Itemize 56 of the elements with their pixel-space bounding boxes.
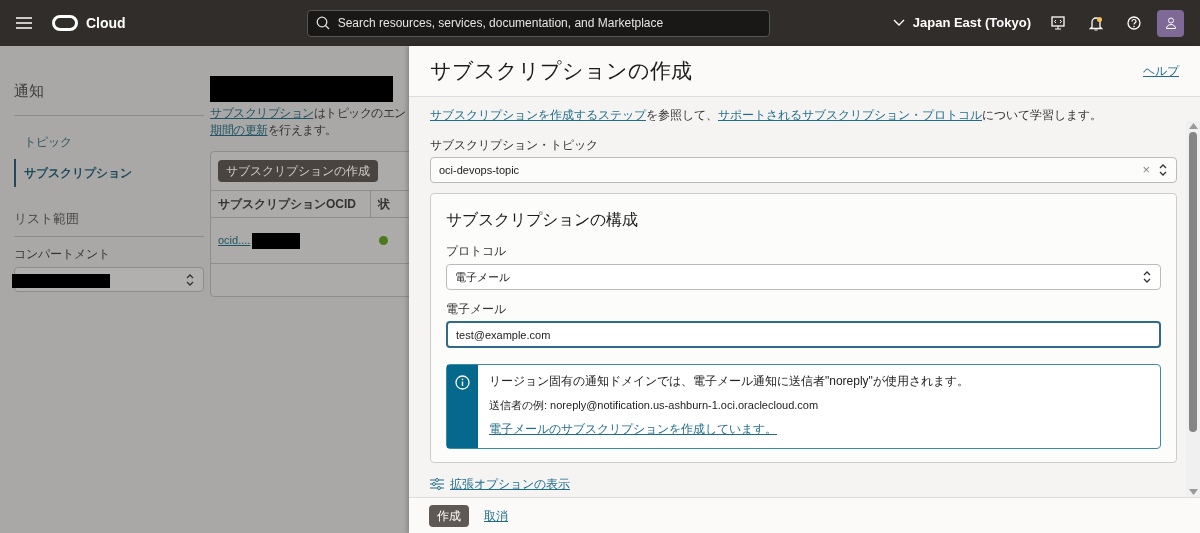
chevron-icon	[185, 272, 195, 287]
section-title: サブスクリプションの構成	[446, 210, 639, 230]
chevron-icon	[1142, 270, 1152, 284]
scroll-down-icon	[1188, 489, 1198, 495]
field-label: コンパートメント	[14, 246, 111, 263]
compartment-select[interactable]	[14, 267, 204, 292]
text-link[interactable]: サポートされるサブスクリプション・プロトコル	[718, 108, 982, 122]
cancel-link[interactable]: 取消	[484, 506, 508, 525]
avatar[interactable]	[1157, 9, 1184, 37]
field-label: 電子メール	[446, 301, 507, 318]
create-button[interactable]: 作成	[429, 504, 469, 527]
search-input[interactable]: Search resources, services, documentation, and Marketplace	[337, 14, 761, 32]
text-link[interactable]: サブスクリプションを作成するステップ	[430, 108, 646, 122]
search-icon	[315, 16, 330, 30]
sidebar-item[interactable]: サブスクリプション	[14, 158, 204, 187]
menu-icon[interactable]	[16, 17, 32, 29]
intro-text: サブスクリプションを作成するステップを参照して、サポートされるサブスクリプション・プロトコルについて学習します。	[430, 107, 1103, 124]
scroll-thumb[interactable]	[1189, 132, 1197, 432]
ocid-link[interactable]: ocid....	[218, 232, 251, 249]
clear-icon[interactable]: ×	[1142, 160, 1150, 180]
person-icon	[1164, 17, 1177, 29]
search-field[interactable]: Search resources, services, documentation, and Marketplace	[306, 9, 770, 37]
description-text: 期間の更新を行えます。	[210, 122, 338, 139]
field-label: サブスクリプション・トピック	[430, 137, 599, 154]
info-text: リージョン固有の通知ドメインでは、電子メール通知に送信者"noreply"が使用されます。	[489, 374, 969, 389]
field-label: プロトコル	[446, 243, 507, 260]
info-link[interactable]: 電子メールのサブスクリプションを作成しています。	[489, 422, 777, 437]
sidebar-item[interactable]: トピック	[14, 127, 204, 156]
description-text: サブスクリプションはトピックのエン	[210, 105, 407, 122]
scrollbar[interactable]	[1186, 121, 1200, 497]
create-subscription-button[interactable]: サブスクリプションの作成	[218, 160, 378, 182]
logo-text: Cloud	[86, 13, 126, 33]
protocol-select[interactable]: 電子メール	[446, 264, 1161, 290]
redaction-bar	[252, 232, 301, 249]
region-selector[interactable]: Japan East (Tokyo)	[892, 13, 1031, 33]
panel-title: サブスクリプションの作成	[430, 58, 692, 85]
topic-select[interactable]: oci-devops-topic ×	[430, 157, 1177, 183]
sliders-icon	[430, 478, 444, 490]
monitor-icon[interactable]	[1051, 16, 1065, 30]
bell-icon[interactable]	[1089, 15, 1103, 31]
text-link[interactable]: 期間の更新	[210, 123, 268, 137]
email-field[interactable]: test@example.com	[446, 321, 1161, 348]
column-header: 状	[376, 196, 390, 213]
advanced-options-link[interactable]: 拡張オプションの表示	[450, 475, 570, 493]
scroll-up-icon	[1188, 123, 1198, 129]
help-icon[interactable]	[1127, 16, 1141, 30]
chevron-down-icon	[892, 19, 905, 27]
info-icon	[455, 375, 470, 390]
info-text: 送信者の例: noreply@notification.us-ashburn-1.oci.oraclecloud.com	[489, 398, 820, 413]
chevron-icon	[1158, 163, 1168, 177]
help-link[interactable]: ヘルプ	[1143, 62, 1179, 80]
section-title: リスト範囲	[14, 209, 80, 228]
text-link[interactable]: サブスクリプション	[210, 106, 314, 120]
column-header: サブスクリプションOCID	[211, 191, 371, 217]
logo-icon	[52, 15, 78, 31]
sidebar-title: 通知	[14, 81, 45, 101]
